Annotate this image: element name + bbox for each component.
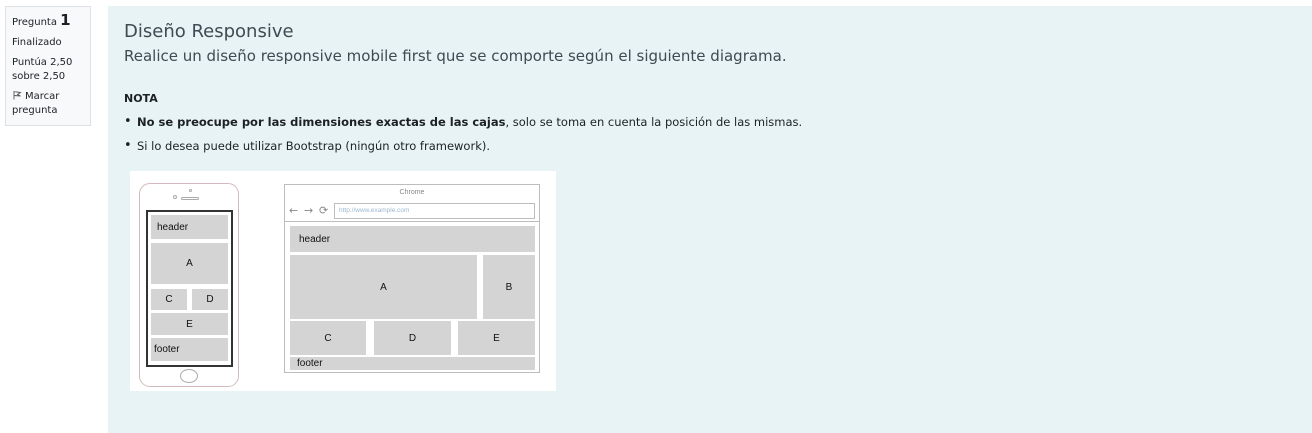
reload-icon: ⟳ xyxy=(319,204,329,217)
browser-nav-bar: ← → ⟳ http://www.example.com xyxy=(285,201,539,222)
question-title: Diseño Responsive xyxy=(124,21,294,42)
browser-mockup: Chrome ← → ⟳ http://www.example.com head… xyxy=(284,184,540,373)
grade-line-2: sobre 2,50 xyxy=(12,71,66,82)
layout-diagram: header A C D E footer Chrome ← → ⟳ http:… xyxy=(130,171,556,391)
note-item-bold: No se preocupe por las dimensiones exact… xyxy=(137,115,506,129)
desktop-header-box: header xyxy=(290,226,535,252)
question-state: Finalizado xyxy=(12,37,62,48)
flag-label-line-1: Marcar xyxy=(25,91,60,102)
desktop-c-box: C xyxy=(290,321,366,355)
mobile-d-box: D xyxy=(192,289,228,310)
forward-arrow-icon: → xyxy=(304,204,314,217)
question-grade: Puntúa 2,50 sobre 2,50 xyxy=(12,56,84,84)
flag-question-link[interactable]: Marcar pregunta xyxy=(12,90,84,118)
note-heading: NOTA xyxy=(124,92,158,105)
phone-sensor-icon xyxy=(173,195,177,199)
question-number-value: 1 xyxy=(60,11,71,29)
browser-title: Chrome xyxy=(399,189,425,196)
mobile-footer-box: footer xyxy=(151,338,228,361)
question-number: Pregunta 1 xyxy=(12,13,84,30)
question-label: Pregunta xyxy=(12,17,57,28)
mobile-c-box: C xyxy=(151,289,187,310)
phone-speaker-icon xyxy=(181,197,199,200)
desktop-b-box: B xyxy=(483,255,535,319)
back-arrow-icon: ← xyxy=(289,204,299,217)
browser-url-field: http://www.example.com xyxy=(334,203,535,219)
question-subtitle: Realice un diseño responsive mobile firs… xyxy=(124,47,787,65)
mobile-header-box: header xyxy=(151,215,228,239)
desktop-e-box: E xyxy=(458,321,535,355)
flag-label-line-2: pregunta xyxy=(12,105,58,116)
phone-mockup: header A C D E footer xyxy=(139,183,239,387)
note-item-text: Si lo desea puede utilizar Bootstrap (ni… xyxy=(137,139,491,153)
question-info-panel: Pregunta 1 Finalizado Puntúa 2,50 sobre … xyxy=(5,6,91,126)
question-content: Diseño Responsive Realice un diseño resp… xyxy=(108,6,1312,433)
phone-home-button-icon xyxy=(180,369,198,383)
grade-line-1: Puntúa 2,50 xyxy=(12,57,73,68)
phone-camera-icon xyxy=(189,189,192,192)
desktop-d-box: D xyxy=(374,321,451,355)
note-item: No se preocupe por las dimensiones exact… xyxy=(124,114,1296,130)
mobile-e-box: E xyxy=(151,313,228,335)
note-list: No se preocupe por las dimensiones exact… xyxy=(124,114,1296,154)
flag-icon xyxy=(12,90,22,100)
note-item-text: , solo se toma en cuenta la posición de … xyxy=(505,115,803,129)
phone-screen: header A C D E footer xyxy=(146,210,233,367)
mobile-a-box: A xyxy=(151,243,228,284)
note-item: Si lo desea puede utilizar Bootstrap (ni… xyxy=(124,138,1296,154)
desktop-a-box: A xyxy=(290,255,477,319)
desktop-footer-box: footer xyxy=(290,357,535,370)
